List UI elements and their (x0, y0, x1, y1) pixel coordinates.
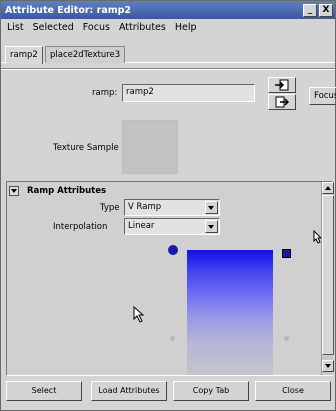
type-label: Type (100, 203, 120, 213)
tab-ramp2[interactable]: ramp2 (5, 46, 43, 64)
type-dropdown[interactable]: V Ramp (124, 199, 220, 216)
focus-button[interactable]: Focus (309, 87, 336, 105)
divider (1, 68, 335, 70)
menu-focus[interactable]: Focus (83, 22, 110, 33)
close-button[interactable]: Close (255, 381, 331, 401)
color-entry-handle[interactable] (168, 245, 178, 255)
tab-place2dtexture3[interactable]: place2dTexture3 (45, 46, 126, 63)
menu-selected[interactable]: Selected (33, 22, 74, 33)
interpolation-label: Interpolation (53, 222, 108, 232)
type-value: V Ramp (128, 202, 162, 212)
node-name-field[interactable]: ramp2 (122, 84, 255, 102)
scroll-down-arrow-icon[interactable] (322, 360, 334, 372)
interpolation-dropdown-arrow-icon (205, 220, 218, 233)
menu-help[interactable]: Help (175, 22, 197, 33)
output-connections-icon (275, 96, 289, 108)
scroll-thumb[interactable] (322, 195, 334, 355)
load-attributes-button[interactable]: Load Attributes (91, 381, 167, 401)
type-dropdown-arrow-icon (205, 201, 218, 214)
window-title: Attribute Editor: ramp2 (5, 4, 132, 16)
vertical-scrollbar[interactable] (321, 182, 334, 375)
interpolation-value: Linear (128, 221, 155, 231)
ramp-gradient[interactable] (187, 250, 273, 375)
menu-bar: List Selected Focus Attributes Help (1, 19, 335, 35)
texture-sample-label: Texture Sample (53, 143, 119, 153)
close-window-button[interactable]: X (319, 3, 333, 17)
ramp-entry-marker[interactable] (170, 336, 175, 341)
interpolation-dropdown[interactable]: Linear (124, 218, 220, 235)
scroll-up-arrow-icon[interactable] (322, 182, 334, 194)
select-button[interactable]: Select (6, 381, 82, 401)
ramp-attributes-title: Ramp Attributes (27, 186, 107, 196)
ramp-entry-marker-right[interactable] (284, 336, 289, 341)
title-bar[interactable]: Attribute Editor: ramp2 _ X (1, 1, 335, 19)
texture-sample-swatch[interactable] (122, 120, 178, 174)
attribute-editor-window: Attribute Editor: ramp2 _ X List Selecte… (0, 0, 336, 411)
minimize-button[interactable]: _ (303, 3, 317, 17)
menu-list[interactable]: List (7, 22, 24, 33)
input-connections-icon (275, 79, 289, 91)
attributes-panel: Ramp Attributes Type V Ramp Interpolatio… (6, 181, 334, 376)
delete-entry-handle[interactable] (282, 249, 291, 258)
mouse-cursor-icon (133, 306, 145, 323)
node-tabs: ramp2 place2dTexture3 (1, 41, 335, 64)
node-name-label: ramp: (92, 88, 118, 98)
input-connections-button[interactable] (268, 77, 296, 93)
output-connections-button[interactable] (268, 94, 296, 110)
collapse-arrow-icon[interactable] (9, 186, 19, 196)
menu-attributes[interactable]: Attributes (119, 22, 166, 33)
ramp-attributes-header[interactable]: Ramp Attributes (9, 184, 321, 198)
copy-tab-button[interactable]: Copy Tab (173, 381, 249, 401)
